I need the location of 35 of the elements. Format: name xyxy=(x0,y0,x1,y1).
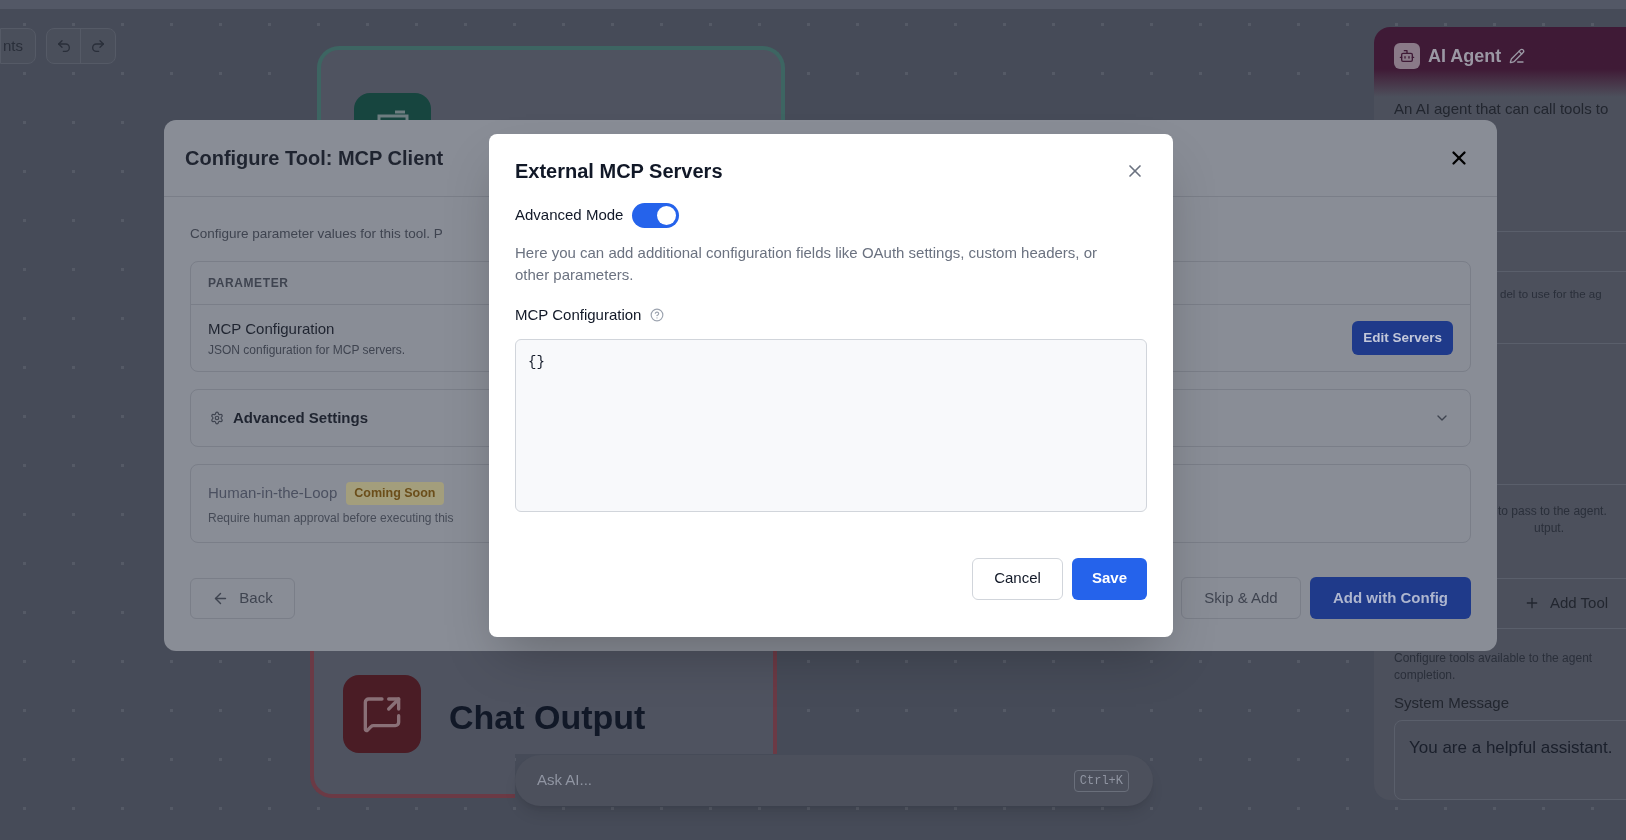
node-title: Chat Output xyxy=(449,697,646,738)
shortcut-key: Ctrl+K xyxy=(1073,769,1129,792)
section-title: Advanced Settings xyxy=(233,408,369,428)
configuration-field[interactable]: {} xyxy=(515,338,1147,512)
chat-output-icon xyxy=(343,675,421,753)
robot-icon xyxy=(1394,43,1420,69)
section-title: Human-in-the-Loop xyxy=(208,483,338,504)
coming-soon-badge: Coming Soon xyxy=(346,482,444,505)
chat-output-node[interactable]: Chat Output xyxy=(310,651,777,754)
parameter-description: JSON configuration for MCP servers. xyxy=(208,341,406,359)
panel-title: AI Agent xyxy=(1428,45,1502,68)
command-bar[interactable]: Ask AI... Ctrl+K xyxy=(515,755,1153,806)
dialog-title: Configure Tool: MCP Client xyxy=(185,146,444,171)
settings-icon xyxy=(210,411,224,426)
cancel-button[interactable]: Cancel xyxy=(972,557,1063,600)
help-icon[interactable] xyxy=(650,308,665,323)
dialog-intro: Configure parameter values for this tool. P xyxy=(190,225,443,243)
dialog-description: Here you can add additional configuration fields like OAuth settings, custom headers, or other parameters. xyxy=(515,243,1098,285)
back-button[interactable]: Back xyxy=(190,577,295,619)
undo-icon xyxy=(55,38,72,54)
advanced-mode-toggle[interactable] xyxy=(632,203,680,228)
edit-servers-button[interactable]: Edit Servers xyxy=(1352,321,1453,356)
chat-input-node[interactable] xyxy=(317,46,785,120)
skip-button[interactable]: Skip & Add xyxy=(1181,577,1301,620)
parameter-name: MCP Configuration xyxy=(208,319,336,339)
ask-ai-field[interactable]: Ask AI... xyxy=(537,769,937,792)
toggle-label: Advanced Mode xyxy=(515,205,624,226)
save-button[interactable]: Save xyxy=(1072,557,1147,600)
add-with-config-button[interactable]: Add with Config xyxy=(1310,577,1471,620)
redo-icon xyxy=(90,38,106,54)
dialog-title: External MCP Servers xyxy=(515,159,723,184)
edit-icon[interactable] xyxy=(1509,48,1526,64)
column-header: PARAMETER xyxy=(208,275,289,293)
section-description: Require human approval before executing this xyxy=(208,510,454,527)
field-label: MCP Configuration xyxy=(515,305,642,325)
